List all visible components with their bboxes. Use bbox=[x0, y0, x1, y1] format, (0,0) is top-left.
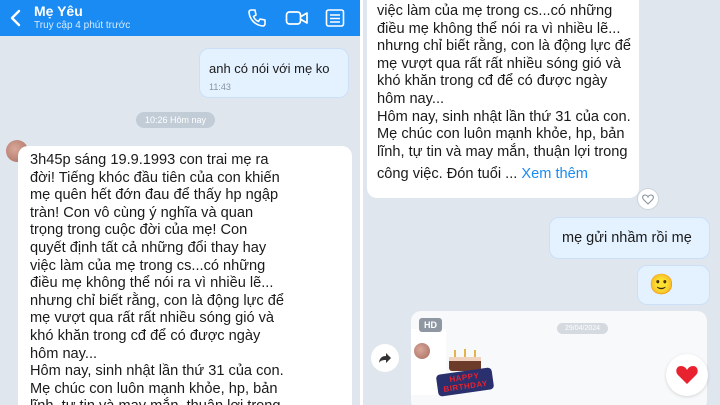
message-line: mẹ quên hết đớn đau để thấy hp ngập bbox=[30, 187, 279, 204]
time-divider: 10:26 Hôm nay bbox=[136, 112, 216, 128]
message-line: trọng trong cuộc đời của mẹ! Con bbox=[30, 222, 248, 239]
contact-status: Truy cập 4 phút trước bbox=[34, 20, 131, 31]
message-line: việc làm của mẹ trong cs...có những bbox=[377, 3, 613, 19]
message-line: hôm nay... bbox=[377, 90, 445, 107]
heart-reaction-button[interactable] bbox=[666, 354, 708, 396]
see-more-link[interactable]: Xem thêm bbox=[521, 166, 588, 182]
media-date: 29/04/2024 bbox=[557, 323, 609, 334]
forward-button[interactable] bbox=[371, 344, 399, 372]
emoji-message-bubble[interactable]: 🙂 bbox=[637, 265, 710, 305]
sent-message-bubble[interactable]: mẹ gửi nhầm rồi mẹ bbox=[549, 217, 710, 259]
message-last-line: công việc. Đón tuổi ... Xem thêm bbox=[377, 166, 588, 184]
message-line: điều mẹ không thể nói ra vì nhiều lẽ... bbox=[377, 20, 621, 37]
heart-outline-icon bbox=[642, 193, 654, 205]
chat-screenshot-right: việc làm của mẹ trong cs...có những điều … bbox=[363, 0, 720, 405]
message-line: điều mẹ không thể nói ra vì nhiều lẽ... bbox=[30, 275, 274, 292]
message-line: lĩnh, tự tin và may mắn, thuận lợi trong bbox=[30, 398, 284, 405]
back-arrow-icon[interactable] bbox=[6, 6, 26, 30]
message-line: hôm nay... bbox=[30, 345, 98, 362]
message-line: mẹ vượt qua rất rất nhiều sóng gió và bbox=[30, 310, 275, 327]
message-line: nhưng chỉ biết rằng, con là động lực để bbox=[30, 292, 285, 309]
phone-icon[interactable] bbox=[247, 8, 267, 28]
message-line: lĩnh, tự tin và may mắn, thuận lợi trong bbox=[377, 143, 628, 160]
sent-message-text: anh có nói với mẹ ko bbox=[209, 61, 330, 76]
message-line: 3h45p sáng 19.9.1993 con trai mẹ ra bbox=[30, 152, 269, 168]
message-line: Mẹ chúc con luôn mạnh khỏe, hp, bản bbox=[377, 126, 625, 143]
video-call-icon[interactable] bbox=[285, 8, 309, 28]
message-line: tràn! Con vô cùng ý nghĩa và quan bbox=[30, 204, 254, 221]
list-menu-icon[interactable] bbox=[325, 8, 345, 28]
heart-icon bbox=[676, 366, 698, 384]
hd-badge: HD bbox=[419, 318, 442, 332]
sent-message-bubble[interactable]: anh có nói với mẹ ko 11:43 bbox=[199, 48, 349, 98]
received-message-text: việc làm của mẹ trong cs...có những điều … bbox=[377, 3, 631, 161]
birthday-cake-sticker[interactable]: HAPPY BIRTHDAY bbox=[435, 347, 495, 397]
message-line: việc làm của mẹ trong cs...có những bbox=[30, 257, 266, 274]
received-message-bubble[interactable]: 3h45p sáng 19.9.1993 con trai mẹ ra đời! … bbox=[18, 146, 352, 405]
reaction-button[interactable] bbox=[637, 188, 659, 210]
message-line: Hôm nay, sinh nhật lần thứ 31 của con. bbox=[377, 108, 631, 125]
received-message-bubble[interactable]: việc làm của mẹ trong cs...có những điều … bbox=[367, 0, 639, 198]
sender-avatar bbox=[414, 343, 430, 359]
message-time: 11:43 bbox=[209, 82, 231, 92]
chat-header: Mẹ Yêu Truy cập 4 phút trước bbox=[0, 0, 360, 36]
emoji-icon: 🙂 bbox=[649, 274, 674, 296]
forward-arrow-icon bbox=[379, 353, 391, 363]
chat-screenshot-left: Mẹ Yêu Truy cập 4 phút trước anh có nói … bbox=[0, 0, 360, 405]
message-line: Mẹ chúc con luôn mạnh khỏe, hp, bản bbox=[30, 380, 278, 397]
message-line: Hôm nay, sinh nhật lần thứ 31 của con. bbox=[30, 363, 284, 380]
truncated-line: công việc. Đón tuổi ... bbox=[377, 166, 518, 182]
message-line: nhưng chỉ biết rằng, con là động lực để bbox=[377, 38, 632, 55]
message-line: đời! Tiếng khóc đầu tiên của con khiến bbox=[30, 169, 280, 186]
message-line: khó khăn trong cđ để có được ngày bbox=[30, 327, 261, 344]
received-message-text: 3h45p sáng 19.9.1993 con trai mẹ ra đời! … bbox=[30, 152, 284, 405]
message-line: mẹ vượt qua rất rất nhiều sóng gió và bbox=[377, 55, 622, 72]
sent-message-text: mẹ gửi nhầm rồi mẹ bbox=[562, 230, 692, 246]
message-line: quyết định tất cả những đổi thay hay bbox=[30, 239, 267, 256]
message-line: khó khăn trong cđ để có được ngày bbox=[377, 73, 608, 90]
contact-name[interactable]: Mẹ Yêu bbox=[34, 3, 83, 19]
